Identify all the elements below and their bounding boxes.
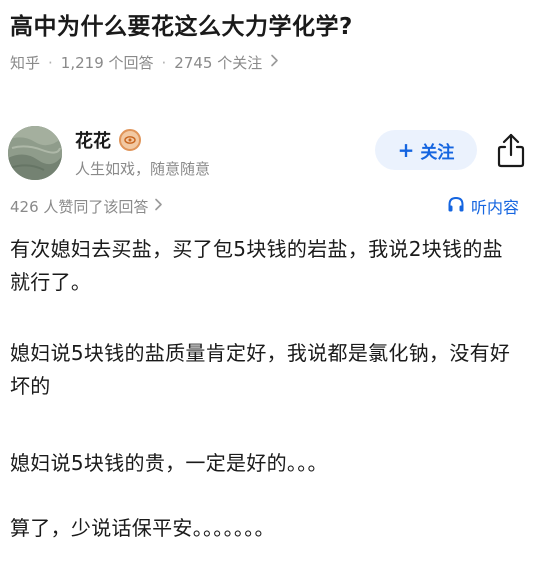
- question-title[interactable]: 高中为什么要花这么大力学化学?: [10, 7, 353, 41]
- vote-count: 426 人赞同了该回答: [10, 198, 149, 216]
- follow-button-label: 关注: [420, 142, 455, 163]
- source-label: 知乎: [10, 54, 41, 72]
- vote-summary[interactable]: 426 人赞同了该回答: [10, 196, 163, 217]
- answer-paragraph: 媳妇说5块钱的贵，一定是好的。。。: [10, 451, 328, 475]
- creator-badge-icon: [119, 129, 141, 151]
- chevron-right-icon: [154, 198, 163, 215]
- follower-count: 2745 个关注: [174, 54, 263, 72]
- question-meta[interactable]: 知乎 · 1,219 个回答 · 2745 个关注: [10, 52, 279, 73]
- author-name-row: 花花: [75, 127, 141, 153]
- author-row: 花花 人生如戏，随意随意 + 关注: [8, 121, 539, 187]
- headphones-icon: [447, 196, 465, 217]
- listen-button[interactable]: 听内容: [447, 194, 519, 218]
- avatar[interactable]: [8, 126, 62, 180]
- author-name[interactable]: 花花: [75, 127, 111, 153]
- plus-icon: +: [397, 138, 415, 162]
- author-bio: 人生如戏，随意随意: [75, 160, 211, 178]
- chevron-right-icon: [270, 54, 279, 71]
- share-icon[interactable]: [494, 131, 528, 169]
- answer-paragraph: 媳妇说5块钱的盐质量肯定好，我说都是氯化钠，没有好坏的: [10, 341, 511, 398]
- separator-dot: ·: [48, 53, 53, 72]
- follow-button[interactable]: + 关注: [375, 130, 477, 170]
- answer-count: 1,219 个回答: [60, 54, 154, 72]
- answer-paragraph: 有次媳妇去买盐，买了包5块钱的岩盐，我说2块钱的盐就行了。: [10, 237, 503, 294]
- answer-paragraph: 算了，少说话保平安。。。。。。。: [10, 516, 275, 540]
- listen-label: 听内容: [471, 198, 520, 217]
- separator-dot: ·: [161, 53, 167, 72]
